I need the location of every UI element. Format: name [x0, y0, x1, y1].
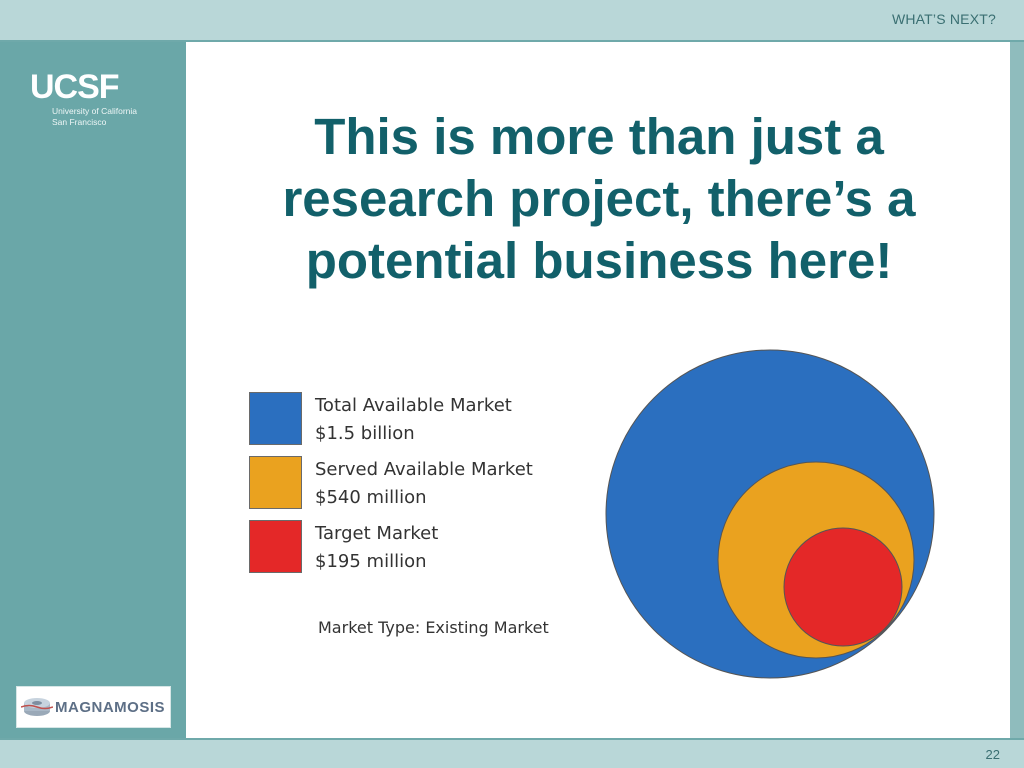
slide-title: This is more than just a research projec…	[196, 106, 1002, 292]
market-type-label: Market Type: Existing Market	[318, 618, 549, 637]
legend-swatch-served	[249, 456, 302, 509]
ucsf-logo-line2: San Francisco	[52, 117, 107, 127]
legend-value-target: $195 million	[315, 551, 427, 572]
ucsf-logo-line1: University of California	[52, 106, 138, 116]
page-number: 22	[985, 747, 1000, 762]
market-size-circles	[605, 349, 935, 679]
legend-swatch-total	[249, 392, 302, 445]
magnamosis-magnet-icon	[21, 698, 53, 716]
legend-label-total: Total Available Market	[315, 395, 512, 416]
legend-label-target: Target Market	[315, 523, 439, 544]
section-label: WHAT’S NEXT?	[891, 11, 996, 27]
legend-value-total: $1.5 billion	[315, 423, 415, 444]
right-edge-strip	[1010, 42, 1024, 738]
legend-item-total: Total Available Market $1.5 billion	[249, 392, 569, 446]
header-band: WHAT’S NEXT?	[0, 0, 1024, 40]
circle-target-market	[783, 527, 903, 647]
legend-item-target: Target Market $195 million	[249, 520, 569, 574]
legend-swatch-target	[249, 520, 302, 573]
ucsf-wordmark: UCSF	[30, 68, 120, 106]
legend-item-served: Served Available Market $540 million	[249, 456, 569, 510]
slide-title-line1: This is more than just a	[314, 108, 884, 165]
magnamosis-logo: MAGNAMOSIS	[16, 686, 171, 728]
ucsf-logo: UCSF University of California San Franci…	[30, 70, 137, 128]
magnamosis-wordmark: MAGNAMOSIS	[55, 698, 165, 716]
footer-band	[0, 738, 1024, 768]
sidebar	[0, 42, 186, 738]
slide-title-line3: potential business here!	[305, 232, 893, 289]
slide-title-line2: research project, there’s a	[282, 170, 916, 227]
legend-label-served: Served Available Market	[315, 459, 533, 480]
legend-value-served: $540 million	[315, 487, 427, 508]
footer-rule	[0, 738, 1024, 740]
